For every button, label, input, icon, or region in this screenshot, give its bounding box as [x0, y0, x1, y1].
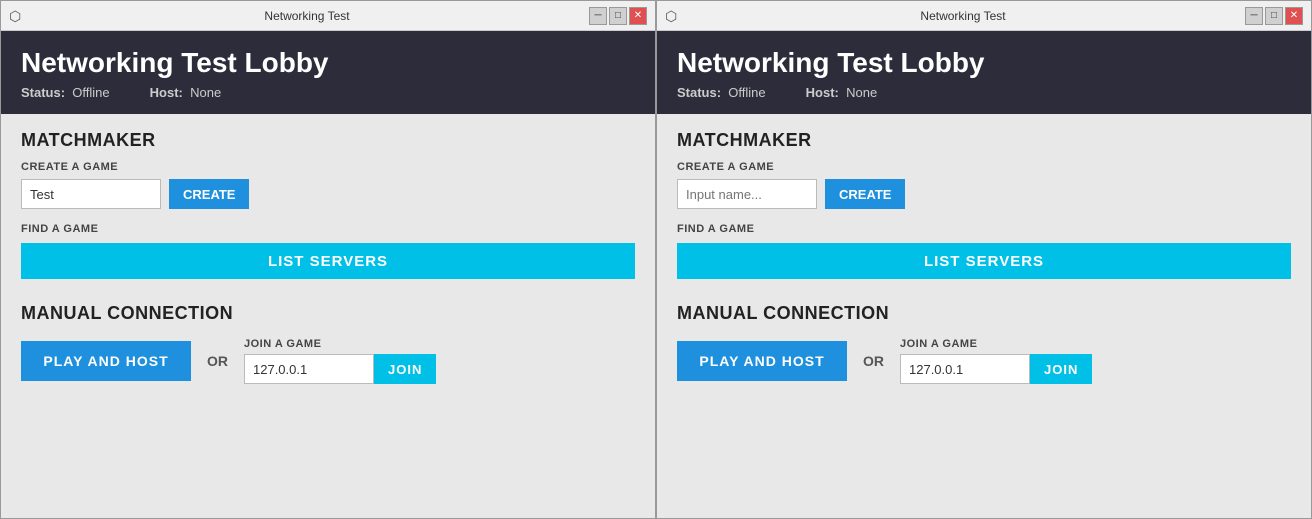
window-left: ⬡ Networking Test ─ □ ✕ Networking Test …: [0, 0, 656, 519]
find-label-left: FIND A GAME: [21, 223, 635, 235]
header-title-right: Networking Test Lobby: [677, 47, 1291, 79]
join-button-right[interactable]: JOIN: [1030, 354, 1092, 384]
status-label-right: Status:: [677, 85, 721, 100]
titlebar-controls-right: ─ □ ✕: [1245, 7, 1303, 25]
host-field-right: Host: None: [806, 85, 878, 100]
minimize-button-left[interactable]: ─: [589, 7, 607, 25]
close-button-left[interactable]: ✕: [629, 7, 647, 25]
status-field-right: Status: Offline: [677, 85, 766, 100]
create-button-left[interactable]: CREATE: [169, 179, 249, 209]
join-row-right: JOIN: [900, 354, 1092, 384]
or-text-left: OR: [207, 353, 228, 369]
header-status-right: Status: Offline Host: None: [677, 85, 1291, 100]
play-host-button-left[interactable]: PLAY AND HOST: [21, 341, 191, 381]
create-label-right: CREATE A GAME: [677, 161, 1291, 173]
manual-section-left: MANUAL CONNECTION PLAY AND HOST OR JOIN …: [21, 303, 635, 384]
minimize-button-right[interactable]: ─: [1245, 7, 1263, 25]
or-text-right: OR: [863, 353, 884, 369]
host-label-right: Host:: [806, 85, 839, 100]
ip-input-left[interactable]: [244, 354, 374, 384]
manual-row-right: PLAY AND HOST OR JOIN A GAME JOIN: [677, 338, 1291, 384]
create-row-right: CREATE: [677, 179, 1291, 209]
restore-button-right[interactable]: □: [1265, 7, 1283, 25]
header-status-left: Status: Offline Host: None: [21, 85, 635, 100]
manual-row-left: PLAY AND HOST OR JOIN A GAME JOIN: [21, 338, 635, 384]
join-group-left: JOIN A GAME JOIN: [244, 338, 436, 384]
join-label-left: JOIN A GAME: [244, 338, 436, 350]
game-name-input-right[interactable]: [677, 179, 817, 209]
create-label-left: CREATE A GAME: [21, 161, 635, 173]
host-label-left: Host:: [150, 85, 183, 100]
status-label-left: Status:: [21, 85, 65, 100]
header-title-left: Networking Test Lobby: [21, 47, 635, 79]
join-button-left[interactable]: JOIN: [374, 354, 436, 384]
close-button-right[interactable]: ✕: [1285, 7, 1303, 25]
game-name-input-left[interactable]: [21, 179, 161, 209]
list-servers-button-right[interactable]: LIST SERVERS: [677, 243, 1291, 279]
status-value-right: Offline: [728, 85, 765, 100]
titlebar-title-right: Networking Test: [681, 9, 1245, 23]
manual-title-right: MANUAL CONNECTION: [677, 303, 1291, 324]
manual-section-right: MANUAL CONNECTION PLAY AND HOST OR JOIN …: [677, 303, 1291, 384]
header-right: Networking Test Lobby Status: Offline Ho…: [657, 31, 1311, 114]
unity-icon-left: ⬡: [9, 8, 25, 24]
content-left: MATCHMAKER CREATE A GAME CREATE FIND A G…: [1, 114, 655, 518]
create-row-left: CREATE: [21, 179, 635, 209]
manual-title-left: MANUAL CONNECTION: [21, 303, 635, 324]
content-right: MATCHMAKER CREATE A GAME CREATE FIND A G…: [657, 114, 1311, 518]
titlebar-right: ⬡ Networking Test ─ □ ✕: [657, 1, 1311, 31]
find-label-right: FIND A GAME: [677, 223, 1291, 235]
host-value-right: None: [846, 85, 877, 100]
list-servers-button-left[interactable]: LIST SERVERS: [21, 243, 635, 279]
host-field-left: Host: None: [150, 85, 222, 100]
matchmaker-title-left: MATCHMAKER: [21, 130, 635, 151]
restore-button-left[interactable]: □: [609, 7, 627, 25]
join-row-left: JOIN: [244, 354, 436, 384]
join-label-right: JOIN A GAME: [900, 338, 1092, 350]
join-group-right: JOIN A GAME JOIN: [900, 338, 1092, 384]
create-button-right[interactable]: CREATE: [825, 179, 905, 209]
header-left: Networking Test Lobby Status: Offline Ho…: [1, 31, 655, 114]
titlebar-left: ⬡ Networking Test ─ □ ✕: [1, 1, 655, 31]
play-host-button-right[interactable]: PLAY AND HOST: [677, 341, 847, 381]
host-value-left: None: [190, 85, 221, 100]
unity-icon-right: ⬡: [665, 8, 681, 24]
matchmaker-title-right: MATCHMAKER: [677, 130, 1291, 151]
status-value-left: Offline: [72, 85, 109, 100]
titlebar-controls-left: ─ □ ✕: [589, 7, 647, 25]
window-right: ⬡ Networking Test ─ □ ✕ Networking Test …: [656, 0, 1312, 519]
ip-input-right[interactable]: [900, 354, 1030, 384]
status-field-left: Status: Offline: [21, 85, 110, 100]
titlebar-title-left: Networking Test: [25, 9, 589, 23]
